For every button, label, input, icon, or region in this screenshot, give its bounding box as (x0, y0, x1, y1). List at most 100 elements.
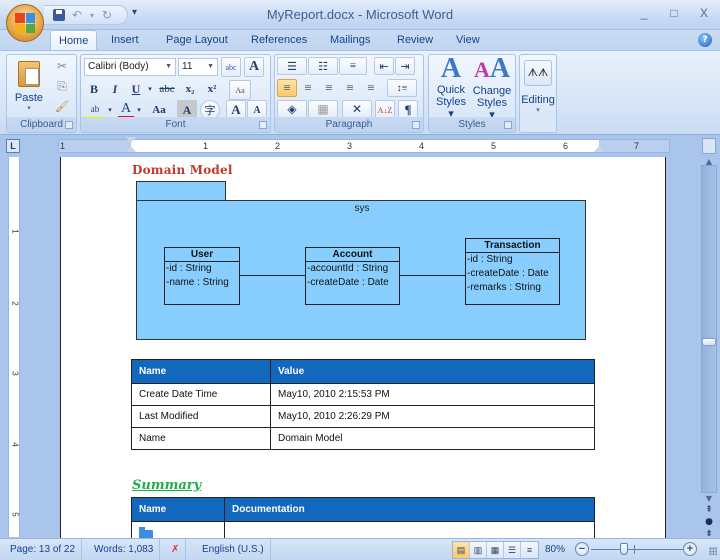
clear-formatting-button[interactable]: abc (221, 57, 241, 77)
table-cell: Create Date Time (131, 383, 271, 406)
shading-button[interactable]: ◈ (277, 100, 307, 118)
clipboard-launcher[interactable] (65, 121, 73, 129)
column-header: Value (270, 359, 595, 384)
table-cell (224, 521, 595, 538)
tab-review[interactable]: Review (389, 30, 441, 50)
center-button[interactable]: ≡ (298, 79, 318, 97)
numbering-button[interactable]: ☷ (308, 57, 338, 75)
strikethrough-button[interactable]: abc (156, 80, 178, 98)
scroll-down-button[interactable]: ▼ (703, 494, 715, 504)
resize-grip[interactable] (709, 547, 717, 555)
help-icon[interactable]: ? (698, 33, 712, 47)
multilevel-list-button[interactable]: ≡ (339, 57, 367, 75)
font-size-combo[interactable]: 11 ▼ (178, 58, 218, 76)
ribbon: Paste ▾ ✂ ⎘ 🖌 Clipboard Calibri (Body) ▼ … (0, 50, 720, 135)
zoom-slider-track[interactable] (591, 549, 683, 550)
horizontal-ruler[interactable]: 1 1 2 3 4 5 6 7 (58, 137, 670, 153)
class-attribute: -createDate : Date (307, 277, 389, 288)
styles-group-label: Styles (429, 117, 515, 132)
summary-heading: Summary (132, 478, 202, 493)
class-user: User -id : String -name : String (164, 247, 240, 305)
decrease-indent-button[interactable]: ⇤ (374, 57, 394, 75)
paragraph-group-label: Paragraph (275, 117, 423, 132)
hanging-indent-marker[interactable] (126, 146, 136, 152)
word-count[interactable]: Words: 1,083 (88, 539, 161, 560)
office-button[interactable] (6, 4, 44, 42)
change-styles-button[interactable]: AA Change Styles ▾ (472, 53, 512, 121)
tab-mailings[interactable]: Mailings (322, 30, 378, 50)
paste-button[interactable]: Paste ▾ (11, 57, 47, 115)
tab-insert[interactable]: Insert (103, 30, 147, 50)
bold-button[interactable]: B (84, 80, 104, 98)
increase-indent-button[interactable]: ⇥ (395, 57, 415, 75)
class-attribute: -accountId : String (307, 263, 389, 274)
ruler-number: 6 (563, 141, 569, 151)
bullets-button[interactable]: ☰ (277, 57, 307, 75)
justify-button[interactable]: ≡ (340, 79, 360, 97)
clipboard-group: Paste ▾ ✂ ⎘ 🖌 Clipboard (6, 54, 77, 133)
align-left-button[interactable]: ≡ (277, 79, 297, 97)
document-page[interactable]: Domain Model sys User -id : String -name… (60, 157, 666, 538)
paragraph-launcher[interactable] (412, 121, 420, 129)
table-header-row: Name Documentation (131, 497, 595, 522)
zoom-level[interactable]: 80% (545, 539, 565, 560)
styles-launcher[interactable] (504, 121, 512, 129)
quick-styles-button[interactable]: A Quick Styles ▾ (431, 54, 471, 121)
class-name: Account (306, 248, 399, 262)
zoom-slider-thumb[interactable] (620, 543, 628, 555)
tab-references[interactable]: References (243, 30, 315, 50)
zoom-out-button[interactable]: − (575, 542, 589, 556)
subscript-button[interactable]: x₂ (180, 80, 200, 98)
view-ruler-button[interactable] (702, 138, 716, 154)
proofing-error-icon[interactable]: ✗ (165, 539, 187, 560)
vruler-number: 4 (10, 442, 20, 447)
minimize-button[interactable]: _ (636, 6, 652, 20)
cut-button[interactable]: ✂ (53, 57, 71, 75)
align-right-button[interactable]: ≡ (319, 79, 339, 97)
font-name-combo[interactable]: Calibri (Body) ▼ (84, 58, 176, 76)
scroll-thumb[interactable] (702, 338, 716, 346)
scroll-track[interactable] (701, 165, 717, 493)
view-buttons: ▤ ▥ ▦ ☰ ≡ (452, 541, 539, 559)
binoculars-icon: ᗑᗑ (524, 60, 552, 86)
underline-dropdown[interactable]: ▾ (146, 80, 154, 98)
draft-view-button[interactable]: ≡ (521, 542, 538, 558)
vertical-scrollbar[interactable]: ▲ ▼ ⇞ ● ⇟ (698, 157, 720, 539)
line-spacing-button[interactable]: ↕≡ (387, 79, 417, 97)
underline-button[interactable]: U (126, 80, 146, 98)
package-sys: sys User -id : String -name : String Acc… (136, 200, 586, 340)
outline-view-button[interactable]: ☰ (504, 542, 521, 558)
character-border-button[interactable]: A (244, 57, 264, 77)
tab-selector-button[interactable]: L (6, 139, 20, 153)
select-browse-object-button[interactable]: ● (702, 517, 716, 529)
format-painter-button[interactable]: 🖌 (53, 97, 71, 115)
tab-page-layout[interactable]: Page Layout (158, 30, 236, 50)
copy-button[interactable]: ⎘ (53, 77, 71, 95)
superscript-button[interactable]: x² (202, 80, 222, 98)
clear-format-eraser-button[interactable]: Aa (229, 80, 251, 100)
editing-button[interactable]: ᗑᗑ Editing ▾ (521, 57, 555, 129)
full-screen-reading-button[interactable]: ▥ (470, 542, 487, 558)
vertical-ruler[interactable]: 1 2 3 4 5 (8, 157, 20, 537)
italic-button[interactable]: I (105, 80, 125, 98)
web-layout-button[interactable]: ▦ (487, 542, 504, 558)
tab-home[interactable]: Home (50, 30, 98, 51)
asian-layout-button[interactable]: ✕ (342, 100, 372, 118)
distributed-button[interactable]: ≡ (361, 79, 381, 97)
ruler-number: 5 (491, 141, 497, 151)
previous-page-button[interactable]: ⇞ (702, 505, 716, 517)
first-line-indent-marker[interactable] (126, 137, 136, 143)
right-indent-marker[interactable] (594, 146, 604, 152)
close-button[interactable]: X (696, 6, 712, 20)
page-indicator[interactable]: Page: 13 of 22 (4, 539, 83, 560)
document-area: Domain Model sys User -id : String -name… (22, 157, 698, 538)
font-launcher[interactable] (259, 121, 267, 129)
tab-view[interactable]: View (448, 30, 488, 50)
maximize-button[interactable]: □ (666, 6, 682, 20)
borders-button[interactable]: ▦ (308, 100, 338, 118)
language-indicator[interactable]: English (U.S.) (196, 539, 271, 560)
print-layout-view-button[interactable]: ▤ (453, 542, 470, 558)
zoom-in-button[interactable]: + (683, 542, 697, 556)
vruler-number: 1 (10, 229, 20, 234)
table-row: Create Date Time May10, 2010 2:15:53 PM (131, 383, 595, 406)
